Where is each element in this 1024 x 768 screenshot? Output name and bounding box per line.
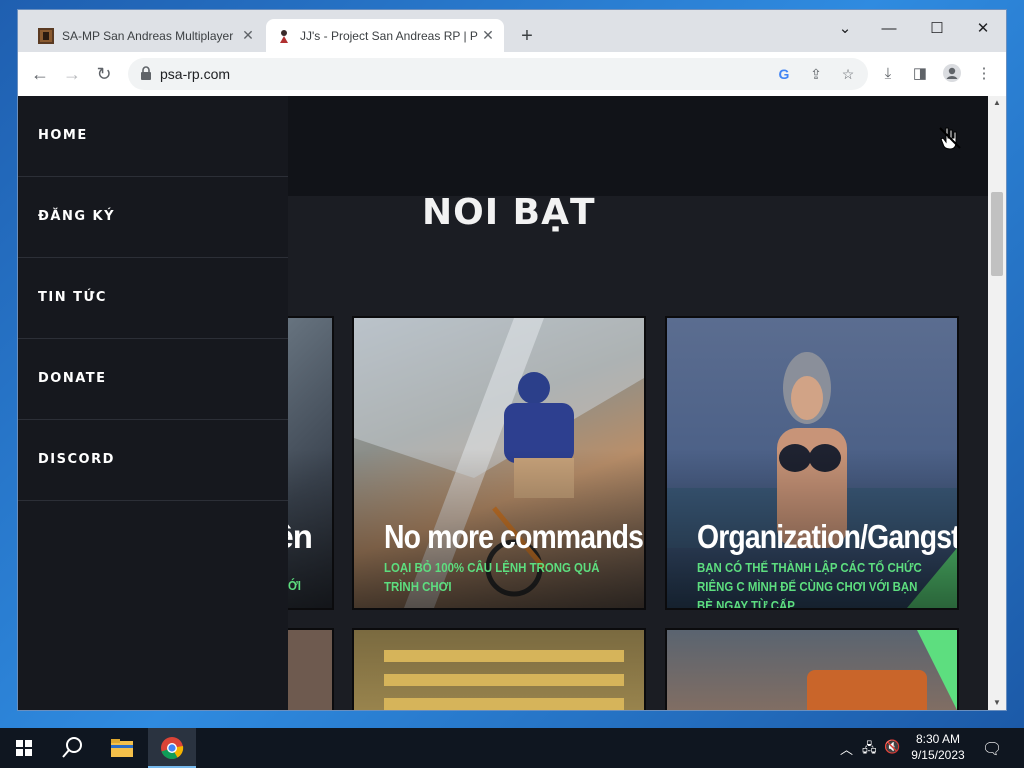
sidebar-item-label: TIN TỨC bbox=[38, 290, 107, 305]
file-explorer-button[interactable] bbox=[98, 728, 146, 768]
sidebar-item-home[interactable]: HOME bbox=[18, 96, 288, 177]
section-title: NOI BẠT bbox=[422, 192, 596, 233]
sidebar-item-label: HOME bbox=[38, 128, 88, 143]
notification-icon[interactable]: 🗨 bbox=[982, 739, 1002, 759]
clock-date: 9/15/2023 bbox=[911, 748, 965, 762]
card-description: BẠN CÓ THỂ THÀNH LẬP CÁC TỔ CHỨC RIÊNG C… bbox=[697, 560, 922, 610]
close-menu-hand-icon[interactable] bbox=[936, 124, 964, 152]
windows-logo-icon bbox=[16, 740, 32, 756]
search-button[interactable] bbox=[48, 728, 96, 768]
sidebar-menu: HOME ĐĂNG KÝ TIN TỨC DONATE DISCORD bbox=[18, 96, 288, 710]
browser-window: SA-MP San Andreas Multiplayer ✕ JJ's - P… bbox=[18, 10, 1006, 710]
scroll-thumb[interactable] bbox=[991, 192, 1003, 276]
show-hidden-icons-chevron-icon[interactable]: ︿ bbox=[840, 739, 853, 758]
sidebar-item-donate[interactable]: DONATE bbox=[18, 339, 288, 420]
url-text: psa-rp.com bbox=[160, 66, 231, 82]
volume-muted-icon[interactable]: 🔇 bbox=[884, 739, 900, 755]
minimize-button[interactable]: — bbox=[874, 16, 904, 42]
feature-card[interactable] bbox=[352, 628, 646, 710]
scroll-down-arrow-icon[interactable]: ▼ bbox=[988, 696, 1006, 710]
page-scrollbar[interactable]: ▲ ▼ bbox=[988, 96, 1006, 710]
google-icon[interactable]: G bbox=[774, 64, 794, 84]
network-icon[interactable]: 🖧 bbox=[862, 739, 877, 761]
tab-strip: SA-MP San Andreas Multiplayer ✕ JJ's - P… bbox=[18, 10, 1006, 52]
tab-close-icon[interactable]: ✕ bbox=[238, 27, 258, 44]
maximize-button[interactable]: ☐ bbox=[922, 16, 952, 42]
windows-taskbar: ︿ 🖧 🔇 8:30 AM 9/15/2023 🗨 bbox=[0, 728, 1024, 768]
share-icon[interactable]: ⇪ bbox=[806, 64, 826, 84]
tab-close-icon[interactable]: ✕ bbox=[478, 27, 498, 44]
sidebar-item-tin-tuc[interactable]: TIN TỨC bbox=[18, 258, 288, 339]
sidebar-item-dang-ky[interactable]: ĐĂNG KÝ bbox=[18, 177, 288, 258]
chrome-icon bbox=[161, 737, 184, 760]
tab-search-button[interactable]: ⌄ bbox=[830, 16, 860, 42]
scroll-up-arrow-icon[interactable]: ▲ bbox=[988, 96, 1006, 110]
chrome-taskbar-button[interactable] bbox=[148, 728, 196, 768]
back-arrow-icon[interactable]: ← bbox=[28, 62, 52, 86]
psa-favicon-icon bbox=[280, 29, 288, 43]
folder-icon bbox=[111, 739, 133, 757]
samp-favicon-icon bbox=[38, 27, 54, 44]
card-description: LOẠI BỎ 100% CÂU LỆNH TRONG QUÁ TRÌNH CH… bbox=[384, 560, 600, 594]
card-image bbox=[384, 650, 624, 710]
reload-icon[interactable]: ↻ bbox=[92, 62, 116, 86]
address-bar[interactable]: psa-rp.com G ⇪ ☆ bbox=[128, 58, 868, 90]
web-page: NOI BẠT yên NG VỚI No more commands LO bbox=[18, 96, 988, 710]
lock-icon bbox=[141, 66, 151, 80]
feature-card[interactable] bbox=[665, 628, 959, 710]
system-clock[interactable]: 8:30 AM 9/15/2023 bbox=[900, 731, 976, 763]
feature-card-no-more-commands[interactable]: No more commands LOẠI BỎ 100% CÂU LỆNH T… bbox=[352, 316, 646, 610]
card-title: Organization/Gangst bbox=[697, 518, 959, 555]
sidebar-item-label: ĐĂNG KÝ bbox=[38, 209, 116, 224]
bookmark-star-icon[interactable]: ☆ bbox=[838, 64, 858, 84]
menu-kebab-icon[interactable]: ⋮ bbox=[974, 64, 994, 84]
clock-time: 8:30 AM bbox=[915, 732, 961, 746]
browser-toolbar: ← → ↻ psa-rp.com G ⇪ ☆ ⤓ ◨ ⋮ bbox=[18, 52, 1006, 97]
sidebar-item-label: DONATE bbox=[38, 371, 107, 386]
new-tab-button[interactable]: + bbox=[516, 25, 538, 47]
profile-avatar-icon[interactable] bbox=[942, 64, 962, 84]
tab-samp[interactable]: SA-MP San Andreas Multiplayer ✕ bbox=[28, 19, 264, 52]
tab-title: JJ's - Project San Andreas RP | PSA bbox=[300, 28, 478, 43]
sidebar-item-discord[interactable]: DISCORD bbox=[18, 420, 288, 501]
forward-arrow-icon[interactable]: → bbox=[60, 62, 84, 86]
side-panel-icon[interactable]: ◨ bbox=[910, 64, 930, 84]
tab-psa[interactable]: JJ's - Project San Andreas RP | PSA ✕ bbox=[266, 19, 504, 52]
sidebar-item-label: DISCORD bbox=[38, 452, 115, 467]
download-icon[interactable]: ⤓ bbox=[878, 64, 898, 84]
search-icon bbox=[62, 737, 82, 758]
feature-card-organization[interactable]: Organization/Gangst BẠN CÓ THỂ THÀNH LẬP… bbox=[665, 316, 959, 610]
start-button[interactable] bbox=[0, 728, 48, 768]
card-title: No more commands bbox=[384, 518, 644, 555]
close-window-button[interactable]: ✕ bbox=[968, 16, 998, 42]
card-image bbox=[807, 630, 957, 710]
tab-title: SA-MP San Andreas Multiplayer bbox=[62, 28, 234, 43]
